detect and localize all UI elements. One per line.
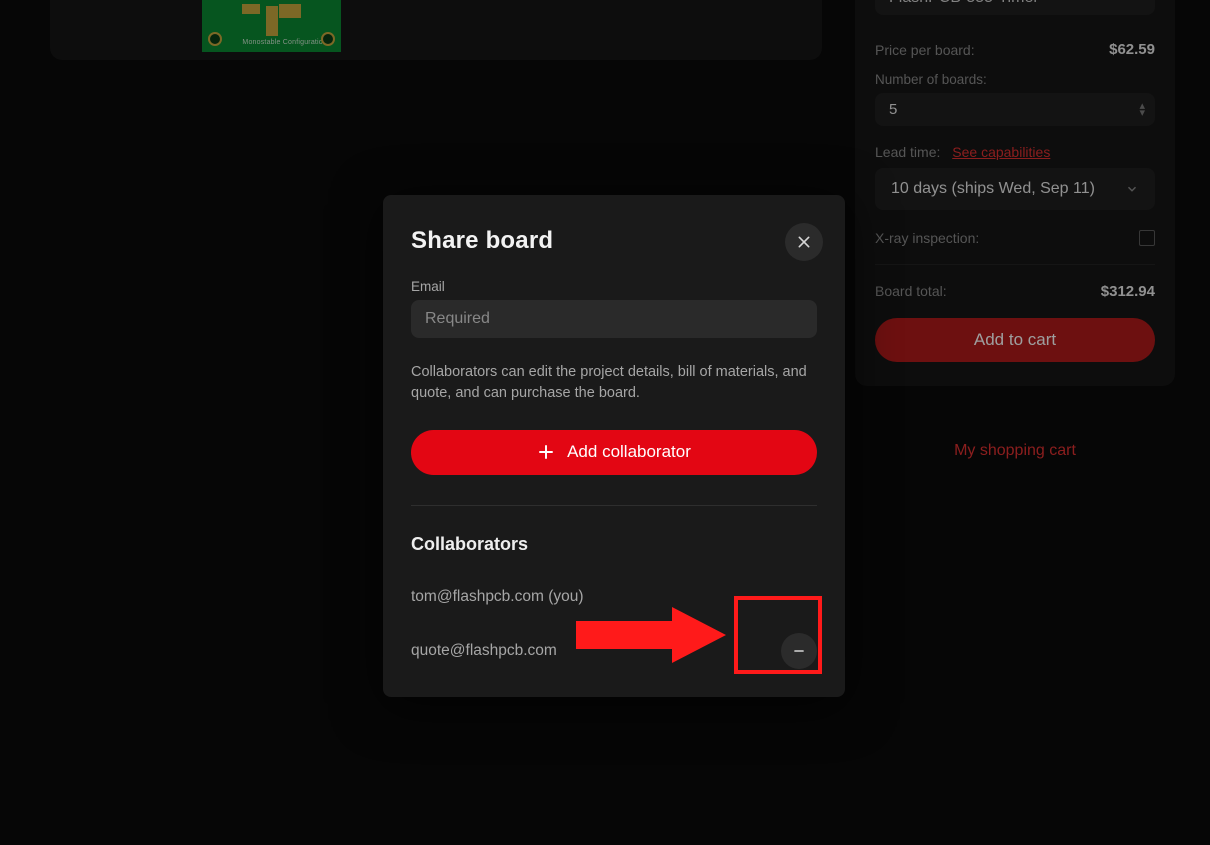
collaborator-email: quote@flashpcb.com (411, 642, 557, 660)
add-collaborator-button[interactable]: Add collaborator (411, 430, 817, 475)
close-icon (796, 234, 812, 250)
plus-icon (537, 443, 555, 461)
minus-icon (792, 644, 806, 658)
close-button[interactable] (785, 223, 823, 261)
modal-title: Share board (411, 227, 817, 255)
collaborator-row: tom@flashpcb.com (you) (411, 579, 817, 615)
collaborator-email: tom@flashpcb.com (you) (411, 588, 584, 606)
email-label: Email (411, 279, 817, 294)
helper-text: Collaborators can edit the project detai… (411, 362, 817, 404)
share-board-modal: Share board Email Collaborators can edit… (383, 195, 845, 697)
remove-collaborator-button[interactable] (781, 633, 817, 669)
collaborator-row: quote@flashpcb.com (411, 633, 817, 669)
email-input[interactable] (411, 300, 817, 338)
divider (411, 505, 817, 506)
add-collaborator-label: Add collaborator (567, 442, 691, 462)
collaborators-heading: Collaborators (411, 534, 817, 555)
